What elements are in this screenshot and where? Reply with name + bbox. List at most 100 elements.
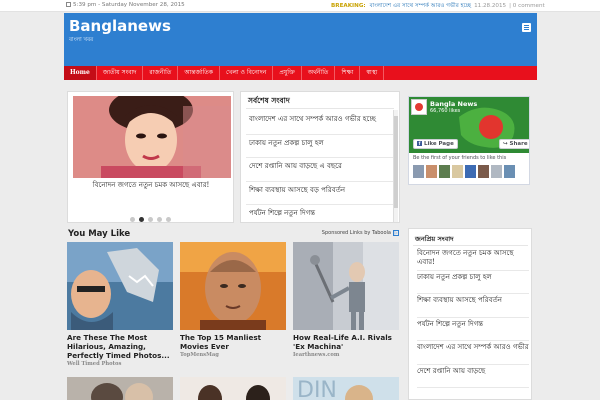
nav-item[interactable]: রাজনীতি (143, 66, 179, 80)
breaking-news: BREAKING: বাংলাদেশ এর সাথে সম্পর্ক আরও গভ… (331, 2, 545, 11)
list-item[interactable]: দেশে রপ্তানি আয় বাড়ছে (417, 365, 529, 388)
avatar[interactable] (504, 165, 515, 178)
avatar[interactable] (439, 165, 450, 178)
avatar[interactable] (478, 165, 489, 178)
sponsored-text: Sponsored Links by Taboola (321, 230, 391, 236)
list-item[interactable]: বিনোদন জগতে নতুন চমক আসছে এবার! (417, 247, 529, 271)
facebook-icon: f (417, 141, 422, 146)
latest-news-heading: সর্বশেষ সংবাদ (248, 96, 290, 105)
calendar-icon (66, 2, 71, 7)
card-image[interactable] (293, 242, 399, 330)
list-item[interactable]: বাংলাদেশ এর সাথে সম্পর্ক আরও গভীর (417, 341, 529, 365)
site-title[interactable]: Banglanews (69, 17, 171, 35)
nav-item[interactable]: প্রযুক্তি (273, 66, 302, 80)
shark-photo-illustration (67, 242, 173, 330)
sponsored-card[interactable]: Are These The Most Hilarious, Amazing, P… (67, 242, 173, 367)
nav-item[interactable]: শিক্ষা (335, 66, 361, 80)
scrollbar-thumb[interactable] (394, 116, 398, 208)
facebook-page-name[interactable]: Bangla News (430, 100, 477, 108)
sponsored-card-image[interactable] (180, 377, 286, 400)
menu-bar-icon (524, 27, 529, 28)
featured-slider: বিনোদন জগতে নতুন চমক আসছে এবার! (67, 91, 234, 223)
avatar[interactable] (426, 165, 437, 178)
sponsored-card[interactable]: The Top 15 Manliest Movies Ever TopMensM… (180, 242, 286, 358)
slide-caption[interactable]: বিনোদন জগতে নতুন চমক আসছে এবার! (72, 179, 230, 191)
menu-bar-icon (524, 25, 529, 26)
taboola-icon: ▷ (393, 230, 399, 236)
current-date: 5:39 pm - Saturday November 28, 2015 (66, 2, 185, 8)
friend-faces (413, 165, 517, 178)
top-bar: 5:39 pm - Saturday November 28, 2015 BRE… (0, 0, 600, 12)
sponsored-card-image[interactable] (67, 377, 173, 400)
avatar[interactable] (452, 165, 463, 178)
list-item[interactable]: বাংলাদেশ এর সাথে সম্পর্ক আরও গভীর হচ্ছে (246, 111, 394, 135)
list-item[interactable]: ঢাকায় নতুন প্রকল্প চালু হল (417, 271, 529, 294)
like-page-label: Like Page (424, 141, 454, 147)
popular-news-widget: জনপ্রিয় সংবাদ বিনোদন জগতে নতুন চমক আসছে… (408, 228, 532, 400)
scrollbar[interactable] (393, 110, 398, 222)
facebook-page-widget: Bangla News 66,760 likes f Like Page ↪ Sh… (408, 96, 530, 185)
latest-news-list: বাংলাদেশ এর সাথে সম্পর্ক আরও গভীর হচ্ছে … (246, 111, 394, 222)
divider (246, 108, 394, 109)
sponsored-card[interactable]: How Real-Life A.I. Rivals 'Ex Machina' I… (293, 242, 399, 358)
list-item[interactable]: দেশে রপ্তানি আয় বাড়ছে এ বছরে (246, 158, 394, 182)
celebrity-photo-illustration (180, 377, 286, 400)
avatar[interactable] (465, 165, 476, 178)
breaking-comments-text: 0 comment (512, 3, 545, 9)
nav-item[interactable]: স্বাস্থ্য (360, 66, 385, 80)
avatar[interactable] (491, 165, 502, 178)
popular-news-list: বিনোদন জগতে নতুন চমক আসছে এবার! ঢাকায় ন… (417, 247, 529, 388)
svg-text:DIN: DIN (297, 378, 337, 400)
nav-item-home[interactable]: Home (64, 66, 97, 80)
avatar[interactable] (413, 165, 424, 178)
slider-dot[interactable] (130, 217, 135, 222)
sponsored-card-image[interactable]: DIN (293, 377, 399, 400)
menu-toggle-button[interactable] (522, 23, 531, 32)
you-may-like-heading: You May Like (68, 229, 131, 239)
facebook-cover[interactable]: Bangla News 66,760 likes f Like Page ↪ Sh… (409, 97, 529, 153)
slider-dot[interactable] (148, 217, 153, 222)
portrait-illustration (73, 96, 231, 178)
share-button[interactable]: ↪ Share (499, 139, 529, 149)
list-item[interactable]: শিক্ষা ব্যবস্থায় আসছে পরিবর্তন (417, 294, 529, 318)
latest-news-widget: সর্বশেষ সংবাদ বাংলাদেশ এর সাথে সম্পর্ক আ… (240, 91, 400, 223)
list-item[interactable]: পর্যটন শিল্পে নতুন দিগন্ত (246, 205, 394, 222)
list-item[interactable]: শিক্ষা ব্যবস্থায় আসছে বড় পরিবর্তন (246, 182, 394, 205)
nav-item[interactable]: অর্থনীতি (302, 66, 336, 80)
card-title[interactable]: Are These The Most Hilarious, Amazing, P… (67, 333, 173, 360)
friends-text: Be the first of your friends to like thi… (413, 155, 507, 161)
slider-dot-active[interactable] (139, 217, 144, 222)
slider-dot[interactable] (166, 217, 171, 222)
like-page-button[interactable]: f Like Page (413, 139, 458, 149)
card-image[interactable] (67, 242, 173, 330)
card-source: Well Timed Photos (67, 361, 122, 367)
card-title[interactable]: The Top 15 Manliest Movies Ever (180, 333, 286, 351)
breaking-title-link[interactable]: বাংলাদেশ এর সাথে সম্পর্ক আরও গভীর হচ্ছে (370, 3, 471, 9)
breaking-date: 11.28.2015 (474, 3, 507, 9)
share-label: Share (509, 141, 528, 147)
card-source: Iearthnews.com (293, 352, 340, 358)
card-image[interactable] (180, 242, 286, 330)
page-logo[interactable] (411, 99, 427, 115)
sponsored-links-label[interactable]: Sponsored Links by Taboola ▷ (322, 230, 399, 236)
card-source: TopMensMag (180, 352, 219, 358)
list-item[interactable]: ঢাকায় নতুন প্রকল্প চালু হল (246, 135, 394, 158)
popular-news-heading: জনপ্রিয় সংবাদ (415, 235, 454, 243)
divider (413, 245, 528, 246)
slider-dot[interactable] (157, 217, 162, 222)
menu-bar-icon (524, 29, 529, 30)
main-navigation: Home জাতীয় সংবাদ রাজনীতি আন্তর্জাতিক খে… (64, 66, 537, 80)
nav-item[interactable]: খেলা ও বিনোদন (220, 66, 274, 80)
list-item[interactable]: পর্যটন শিল্পে নতুন দিগন্ত (417, 318, 529, 341)
nav-item[interactable]: জাতীয় সংবাদ (97, 66, 144, 80)
woman-photo-illustration: DIN (293, 377, 399, 400)
breaking-comments-link[interactable]: | 0 comment (509, 3, 545, 9)
robot-illustration (293, 242, 399, 330)
action-movie-illustration (180, 242, 286, 330)
card-title[interactable]: How Real-Life A.I. Rivals 'Ex Machina' (293, 333, 399, 351)
breaking-label: BREAKING: (331, 3, 366, 9)
slide-image[interactable] (73, 96, 231, 178)
date-text: 5:39 pm - Saturday November 28, 2015 (73, 2, 185, 8)
nav-item[interactable]: আন্তর্জাতিক (178, 66, 220, 80)
site-tagline: বাংলা খবর (69, 37, 94, 43)
